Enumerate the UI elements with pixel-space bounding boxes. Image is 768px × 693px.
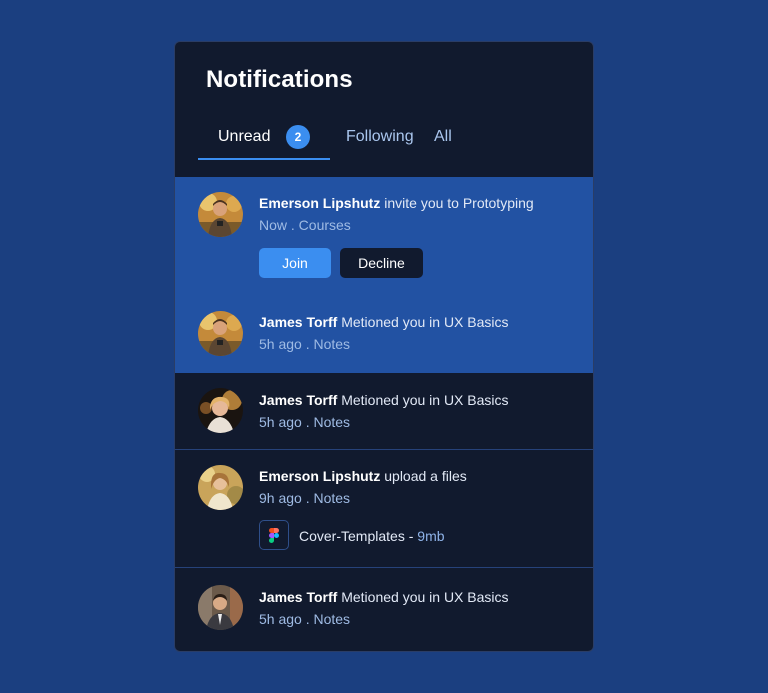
notification-text: Emerson Lipshutz invite you to Prototypi… [259, 195, 534, 211]
avatar [198, 388, 243, 433]
tab-following[interactable]: Following [346, 124, 414, 160]
sender-name: James Torff [259, 589, 338, 605]
notification-item[interactable]: James Torff Metioned you in UX Basics 5h… [175, 568, 593, 651]
file-separator: - [404, 528, 418, 544]
notification-list: Emerson Lipshutz invite you to Prototypi… [175, 177, 593, 651]
notification-item[interactable]: Emerson Lipshutz upload a files 9h ago .… [175, 450, 593, 568]
avatar [198, 192, 243, 237]
avatar [198, 585, 243, 630]
sender-name: James Torff [259, 392, 338, 408]
tab-unread[interactable]: Unread 2 [198, 124, 330, 160]
sender-name: James Torff [259, 314, 338, 330]
notification-text: James Torff Metioned you in UX Basics [259, 314, 509, 330]
join-button[interactable]: Join [259, 248, 331, 278]
tab-bar: Unread 2 Following All [175, 124, 593, 160]
active-tab-indicator [198, 158, 330, 160]
notification-text: James Torff Metioned you in UX Basics [259, 392, 509, 408]
notification-text: Emerson Lipshutz upload a files [259, 468, 467, 484]
unread-count-badge: 2 [286, 125, 310, 149]
notification-message: Metioned you in UX Basics [337, 392, 509, 408]
notification-message: Metioned you in UX Basics [337, 314, 509, 330]
panel-title: Notifications [206, 66, 353, 93]
file-name: Cover-Templates [299, 528, 405, 544]
sender-name: Emerson Lipshutz [259, 195, 381, 211]
notification-meta: 5h ago . Notes [259, 414, 351, 430]
notification-meta: 5h ago . Notes [259, 336, 351, 352]
notification-item[interactable]: James Torff Metioned you in UX Basics 5h… [175, 295, 593, 373]
notification-item[interactable]: James Torff Metioned you in UX Basics 5h… [175, 373, 593, 450]
notification-meta: 9h ago . Notes [259, 490, 351, 506]
file-attachment[interactable]: Cover-Templates - 9mb [299, 528, 445, 544]
avatar [198, 311, 243, 356]
sender-name: Emerson Lipshutz [259, 468, 381, 484]
tab-unread-label: Unread [218, 128, 271, 145]
notifications-panel: Notifications Unread 2 Following All Eme… [174, 41, 594, 652]
notification-meta: Now . Courses [259, 217, 351, 233]
notification-message: invite you to Prototyping [380, 195, 534, 211]
notification-message: upload a files [380, 468, 467, 484]
notification-message: Metioned you in UX Basics [337, 589, 509, 605]
tab-all[interactable]: All [434, 124, 452, 160]
notification-text: James Torff Metioned you in UX Basics [259, 589, 509, 605]
notification-item[interactable]: Emerson Lipshutz invite you to Prototypi… [175, 177, 593, 295]
notification-meta: 5h ago . Notes [259, 611, 351, 627]
avatar [198, 465, 243, 510]
figma-icon [259, 520, 289, 550]
decline-button[interactable]: Decline [340, 248, 423, 278]
file-size: 9mb [417, 528, 445, 544]
